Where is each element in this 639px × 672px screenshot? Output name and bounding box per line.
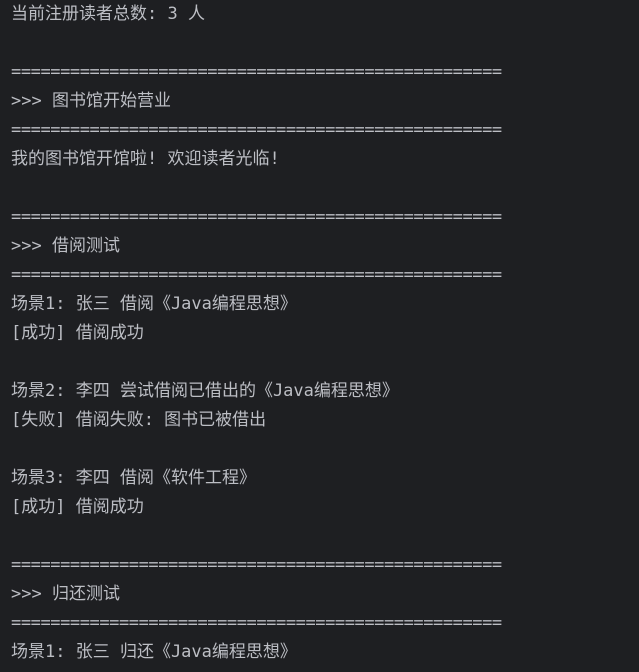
separator-line: ========================================… bbox=[11, 207, 502, 227]
result-line: [成功] 借阅成功 bbox=[11, 497, 144, 517]
section-heading-opening: >>> 图书馆开始营业 bbox=[11, 91, 171, 111]
section-heading-borrow-test: >>> 借阅测试 bbox=[11, 236, 120, 256]
result-line: [失败] 借阅失败: 图书已被借出 bbox=[11, 410, 267, 430]
separator-line: ========================================… bbox=[11, 120, 502, 140]
separator-line: ========================================… bbox=[11, 613, 502, 633]
scenario-line: 场景1: 张三 归还《Java编程思想》 bbox=[11, 642, 297, 662]
separator-line: ========================================… bbox=[11, 555, 502, 575]
console-output: 当前注册读者总数: 3 人 ==========================… bbox=[0, 0, 639, 672]
scenario-line: 场景2: 李四 尝试借阅已借出的《Java编程思想》 bbox=[11, 381, 399, 401]
separator-line: ========================================… bbox=[11, 62, 502, 82]
section-heading-return-test: >>> 归还测试 bbox=[11, 584, 120, 604]
separator-line: ========================================… bbox=[11, 265, 502, 285]
scenario-line: 场景1: 张三 借阅《Java编程思想》 bbox=[11, 294, 297, 314]
reader-count-line: 当前注册读者总数: 3 人 bbox=[11, 4, 205, 24]
result-line: [成功] 借阅成功 bbox=[11, 323, 144, 343]
scenario-line: 场景3: 李四 借阅《软件工程》 bbox=[11, 468, 256, 488]
welcome-message-line: 我的图书馆开馆啦! 欢迎读者光临! bbox=[11, 149, 280, 169]
